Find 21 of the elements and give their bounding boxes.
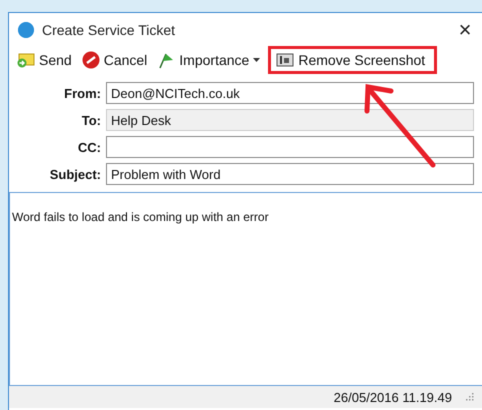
send-button[interactable]: Send <box>13 48 76 72</box>
app-logo-icon <box>18 22 34 38</box>
envelope-icon <box>17 52 35 68</box>
timestamp: 26/05/2016 11.19.49 <box>334 390 452 404</box>
field-label: Subject: <box>48 166 101 182</box>
screenshot-button[interactable]: Remove Screenshot <box>270 48 436 72</box>
field-label: To: <box>80 112 101 128</box>
screenshot-icon <box>276 52 294 66</box>
cancel-button[interactable]: Cancel <box>78 48 152 72</box>
input-field[interactable] <box>106 136 474 158</box>
window-title: Create Service Ticket <box>42 22 176 38</box>
close-button[interactable]: × <box>448 14 482 44</box>
input-field[interactable]: Deon@NCITech.co.uk <box>106 82 474 104</box>
resize-grip-icon <box>466 393 474 401</box>
importance-button[interactable]: Importance <box>153 48 264 72</box>
caret-icon <box>253 58 260 62</box>
cancel-icon <box>82 50 100 68</box>
field-label: From: <box>63 86 101 100</box>
field-label: CC: <box>76 140 101 154</box>
input-field[interactable]: Problem with Word <box>106 163 474 185</box>
message-text: Word fails to load and is coming up with an error <box>12 210 269 224</box>
